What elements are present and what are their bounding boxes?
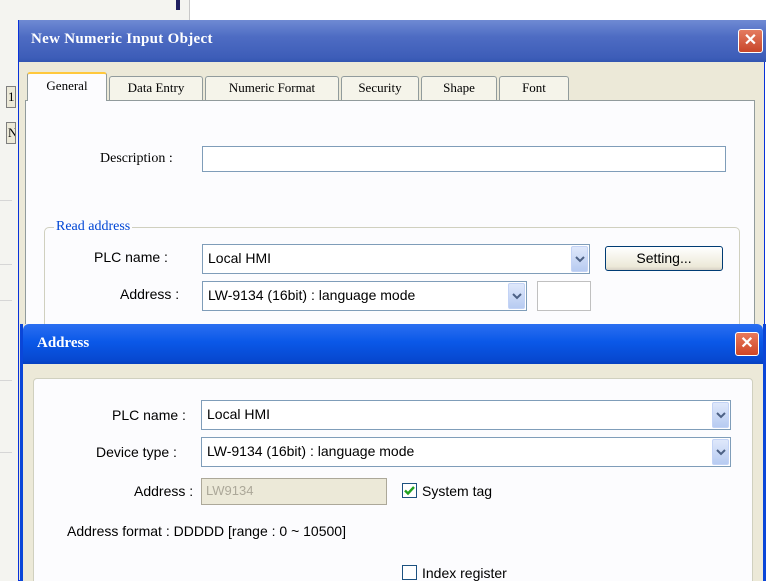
address-select[interactable]: LW-9134 (16bit) : language mode: [202, 281, 527, 311]
device-type-select[interactable]: LW-9134 (16bit) : language mode: [201, 437, 731, 467]
tab-numeric-format[interactable]: Numeric Format: [205, 76, 339, 100]
close-icon: ✕: [740, 335, 754, 352]
address-dialog-close-button[interactable]: ✕: [735, 332, 759, 356]
address-dialog-title-bar[interactable]: Address ✕: [23, 324, 763, 364]
checkmark-icon: [404, 486, 415, 496]
description-input[interactable]: [202, 146, 726, 172]
address-input[interactable]: LW9134: [201, 478, 387, 505]
tab-shape[interactable]: Shape: [421, 76, 497, 100]
dialog-title-bar[interactable]: New Numeric Input Object ✕: [19, 20, 766, 62]
index-register-checkbox[interactable]: [402, 565, 417, 580]
device-type-label: Device type :: [96, 444, 177, 460]
address-format-text: Address format : DDDDD [range : 0 ~ 1050…: [67, 523, 346, 539]
background-row-line: [0, 380, 12, 381]
chevron-down-icon[interactable]: [571, 246, 588, 272]
tab-general[interactable]: General: [27, 72, 107, 101]
description-label: Description :: [100, 151, 173, 166]
address-index-input[interactable]: [537, 281, 591, 311]
address-dialog: Address ✕ PLC name : Local HMI Device ty…: [20, 324, 766, 581]
tab-security[interactable]: Security: [341, 76, 419, 100]
address-value: LW-9134 (16bit) : language mode: [208, 287, 416, 303]
system-tag-label: System tag: [422, 483, 493, 499]
plc-name-value: Local HMI: [208, 250, 272, 266]
background-divider: [176, 0, 180, 10]
chevron-down-icon[interactable]: [508, 283, 525, 309]
background-field-2[interactable]: N: [6, 122, 16, 144]
address-plc-name-select[interactable]: Local HMI: [201, 400, 731, 430]
background-row-line: [0, 264, 12, 265]
plc-name-select[interactable]: Local HMI: [202, 244, 590, 274]
tab-data-entry[interactable]: Data Entry: [109, 76, 203, 100]
background-field-1[interactable]: 1: [6, 86, 16, 108]
background-row-line: [0, 300, 12, 301]
device-type-value: LW-9134 (16bit) : language mode: [207, 443, 415, 459]
close-icon: ✕: [743, 32, 758, 49]
read-address-title: Read address: [54, 219, 133, 235]
address-dialog-title: Address: [37, 335, 90, 351]
background-row-line: [0, 452, 12, 453]
read-address-group: [44, 227, 740, 331]
setting-button[interactable]: Setting...: [605, 246, 723, 271]
index-register-label: Index register: [422, 565, 507, 581]
plc-name-label: PLC name :: [112, 407, 186, 423]
background-row-line: [0, 200, 12, 201]
close-button[interactable]: ✕: [738, 29, 763, 53]
chevron-down-icon[interactable]: [712, 402, 729, 428]
address-label: Address :: [120, 286, 180, 302]
address-dialog-panel: PLC name : Local HMI Device type : LW-91…: [33, 378, 753, 581]
system-tag-checkbox[interactable]: [402, 483, 417, 498]
address-label: Address :: [134, 483, 194, 499]
plc-name-label: PLC name :: [94, 249, 168, 265]
address-plc-name-value: Local HMI: [207, 406, 271, 422]
chevron-down-icon[interactable]: [712, 439, 729, 465]
dialog-title: New Numeric Input Object: [31, 31, 213, 47]
tab-font[interactable]: Font: [499, 76, 569, 100]
